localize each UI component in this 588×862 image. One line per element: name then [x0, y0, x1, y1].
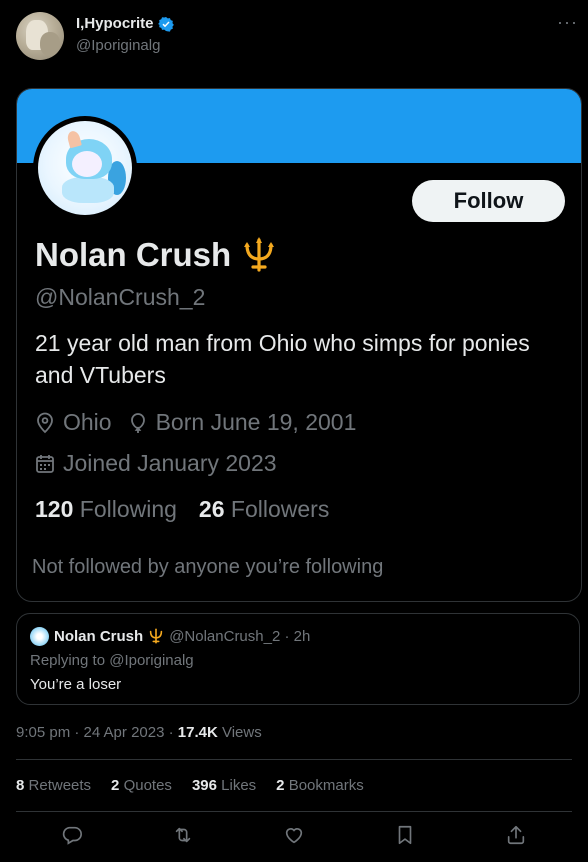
profile-meta-row-2: Joined January 2023	[35, 450, 277, 477]
more-options-icon[interactable]: ···	[557, 12, 578, 33]
quotes-stat[interactable]: 2 Quotes	[111, 777, 172, 794]
retweets-label: Retweets	[28, 777, 92, 794]
profile-meta-row-1: Ohio Born June 19, 2001	[35, 409, 356, 436]
quotes-count: 2	[111, 777, 120, 794]
following-count: 120	[35, 496, 74, 522]
retweet-icon[interactable]	[172, 824, 194, 846]
calendar-icon	[36, 454, 54, 473]
trident-icon	[244, 237, 275, 272]
profile-name-row: Nolan Crush	[35, 235, 279, 275]
time-date[interactable]: 9:05 pm · 24 Apr 2023 ·	[16, 724, 178, 741]
divider	[16, 811, 572, 812]
follow-button[interactable]: Follow	[412, 180, 565, 222]
following-label: Following	[79, 496, 177, 522]
follow-counts: 120 Following 26 Followers	[35, 496, 329, 523]
profile-bio: 21 year old man from Ohio who simps for …	[35, 330, 530, 388]
author-avatar[interactable]	[16, 12, 64, 60]
share-icon[interactable]	[505, 824, 527, 846]
verified-badge-icon	[157, 16, 174, 32]
author-name-row[interactable]: I,Hypocrite	[76, 15, 174, 32]
reply-header: Nolan Crush @NolanCrush_2 · 2h	[54, 627, 310, 645]
balloon-icon	[130, 412, 145, 433]
profile-card[interactable]: Follow Nolan Crush @NolanCrush_2 21 year…	[16, 88, 582, 602]
followers-link[interactable]: 26 Followers	[199, 496, 329, 523]
bookmark-icon[interactable]	[394, 824, 416, 846]
bookmarks-label: Bookmarks	[288, 777, 364, 794]
profile-birthday: Born June 19, 2001	[155, 409, 357, 435]
followers-label: Followers	[230, 496, 330, 522]
reply-handle-time: @NolanCrush_2 · 2h	[169, 627, 311, 645]
likes-stat[interactable]: 396 Likes	[192, 777, 256, 794]
quotes-label: Quotes	[123, 777, 172, 794]
bookmarks-stat[interactable]: 2 Bookmarks	[276, 777, 364, 794]
bookmarks-count: 2	[276, 777, 285, 794]
reply-text: You’re a loser	[30, 676, 122, 693]
reply-icon[interactable]	[61, 824, 83, 846]
tweet-timestamp: 9:05 pm · 24 Apr 2023 · 17.4K Views	[16, 724, 262, 741]
views-label: Views	[217, 724, 262, 741]
tweet-actions	[16, 815, 572, 855]
following-link[interactable]: 120 Following	[35, 496, 177, 523]
reply-author-name[interactable]: Nolan Crush	[54, 628, 143, 645]
reply-card[interactable]: Nolan Crush @NolanCrush_2 · 2h Replying …	[16, 613, 580, 705]
reply-avatar[interactable]	[30, 627, 49, 646]
followers-count: 26	[198, 496, 225, 522]
views-count: 17.4K	[177, 724, 218, 741]
divider	[16, 759, 572, 760]
profile-handle: @NolanCrush_2	[35, 284, 206, 310]
tweet-stats: 8 Retweets 2 Quotes 396 Likes 2 Bookmark…	[16, 777, 364, 794]
not-followed-notice: Not followed by anyone you’re following	[32, 556, 384, 578]
likes-label: Likes	[221, 777, 257, 794]
profile-joined: Joined January 2023	[63, 450, 277, 476]
replying-to: Replying to @Iporiginalg	[30, 652, 194, 669]
retweets-stat[interactable]: 8 Retweets	[16, 777, 91, 794]
location-pin-icon	[37, 412, 53, 433]
trident-icon	[149, 628, 163, 644]
like-icon[interactable]	[283, 824, 305, 846]
retweets-count: 8	[16, 777, 25, 794]
author-name[interactable]: I,Hypocrite	[76, 15, 154, 32]
profile-name: Nolan Crush	[35, 236, 232, 273]
author-handle[interactable]: @Iporiginalg	[76, 37, 160, 54]
profile-location: Ohio	[63, 409, 112, 435]
profile-avatar[interactable]	[33, 116, 137, 220]
likes-count: 396	[191, 777, 217, 794]
